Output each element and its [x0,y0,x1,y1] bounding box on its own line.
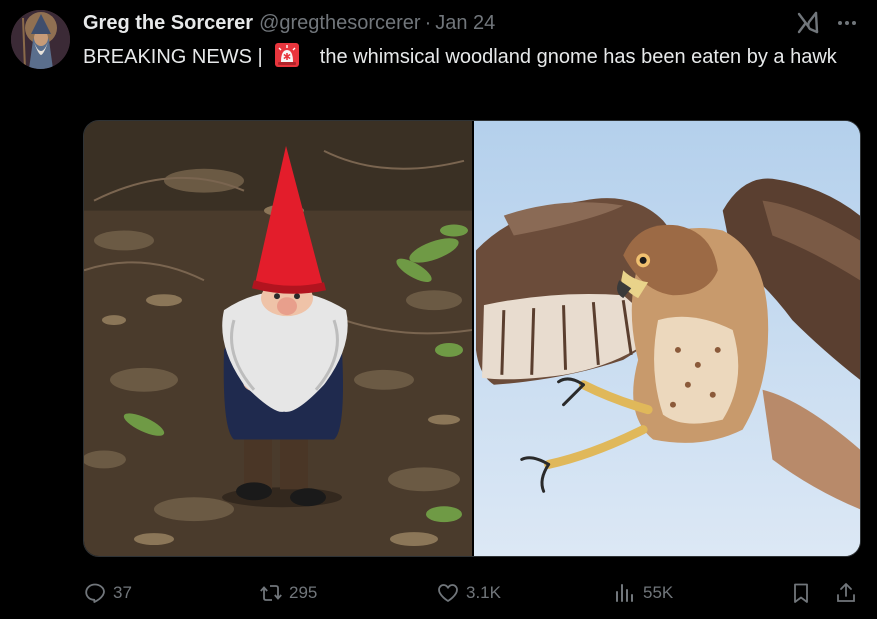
police-car-light-icon [274,42,300,68]
user-handle[interactable]: @gregthesorcerer [259,12,420,35]
like-button[interactable]: 3.1K [436,578,501,608]
tweet-date[interactable]: Jan 24 [435,12,495,35]
grok-icon[interactable] [795,10,821,36]
tweet-text: BREAKING NEWS | the whimsical woodland g… [83,42,853,72]
tweet-header: Greg the Sorcerer @gregthesorcerer · Jan… [83,12,495,36]
views-button[interactable]: 55K [613,578,673,608]
repost-button[interactable]: 295 [259,578,317,608]
reply-button[interactable]: 37 [83,578,132,608]
repost-count: 295 [289,583,318,602]
gnome-photo-icon [84,121,472,556]
separator-dot: · [424,12,432,34]
hawk-photo-icon [474,121,860,556]
bookmark-button[interactable] [789,578,819,608]
more-options-icon[interactable] [833,10,861,36]
reply-count: 37 [113,583,132,602]
gnome-photo[interactable] [84,121,472,556]
hawk-photo[interactable] [474,121,860,556]
bookmark-icon [794,583,808,603]
wizard-avatar-icon [11,10,70,69]
tweet-text-prefix: BREAKING NEWS | [83,46,263,68]
reply-icon [85,583,105,603]
tweet-actions: 37 295 3.1K 55K [83,578,861,608]
repost-icon [260,585,282,601]
heart-icon [438,584,458,602]
avatar[interactable] [11,10,70,69]
share-button[interactable] [834,578,864,608]
share-icon [837,583,855,602]
tweet-text-main: the whimsical woodland gnome has been ea… [319,46,837,68]
display-name[interactable]: Greg the Sorcerer [83,12,253,35]
view-count: 55K [643,583,674,602]
analytics-icon [616,584,633,602]
like-count: 3.1K [466,583,501,602]
media-grid [83,120,861,557]
